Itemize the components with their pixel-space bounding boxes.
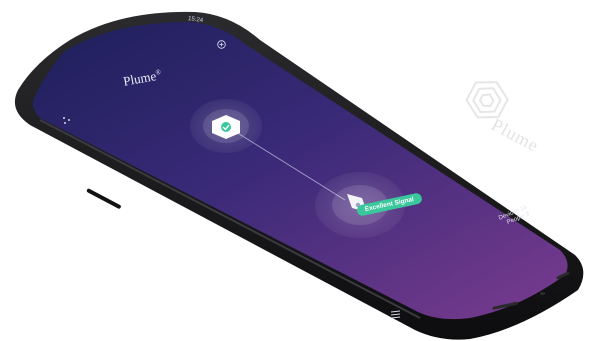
hamburger-icon [390, 310, 401, 319]
plume-watermark: Plume [440, 70, 575, 192]
phone-device [0, 0, 590, 341]
gateway-hex-icon [212, 115, 240, 139]
circle-plus-icon [217, 40, 226, 49]
brand-mark: ® [154, 67, 162, 77]
status-bar-time: 15:24 [187, 15, 204, 25]
watermark-text: Plume [488, 114, 543, 156]
nav-menu-button[interactable] [390, 307, 402, 319]
network-stats: Devices 14 People 3 [498, 205, 531, 229]
dots-grid-icon [63, 117, 70, 124]
gateway-node[interactable] [210, 114, 242, 140]
plume-logo-icon [465, 81, 509, 119]
menu-button[interactable] [62, 113, 72, 124]
brand-name: Plume [122, 68, 158, 89]
app-brand: Plume® [122, 67, 163, 89]
add-button[interactable] [217, 36, 226, 49]
